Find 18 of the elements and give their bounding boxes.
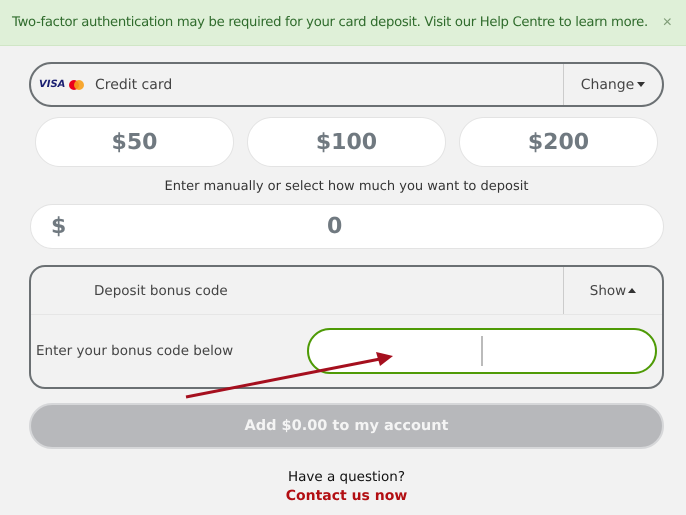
change-button[interactable]: Change	[563, 64, 662, 105]
bonus-prompt: Enter your bonus code below	[36, 343, 234, 359]
deposit-hint: Enter manually or select how much you want to deposit	[164, 179, 530, 194]
amount-option[interactable]: $100	[247, 117, 446, 167]
amount-option[interactable]: $200	[459, 117, 658, 167]
payment-method-selector[interactable]: VISA Credit card Change	[29, 62, 664, 107]
amount-option[interactable]: $50	[35, 117, 234, 167]
bonus-code-field[interactable]	[307, 328, 657, 374]
amount-field[interactable]: $ 0	[30, 204, 664, 249]
contact-link[interactable]: Contact us now	[286, 488, 408, 504]
close-button[interactable]: ×	[660, 14, 674, 32]
help-question: Have a question?	[286, 469, 406, 485]
card-brand-label: VISA	[39, 79, 66, 90]
payment-method-label: Credit card	[95, 76, 174, 92]
card-circles-icon	[68, 78, 86, 90]
notice-message: Two-factor authentication may be required for your card deposit. Visit our Help Centre to learn more.	[12, 15, 648, 30]
bonus-title: Deposit bonus code	[93, 282, 229, 298]
show-button[interactable]: Show	[563, 267, 662, 314]
